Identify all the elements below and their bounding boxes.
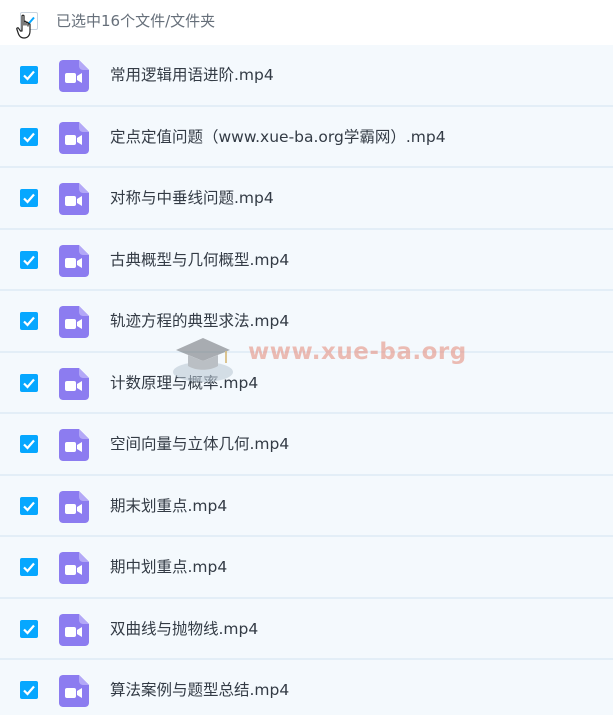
check-icon xyxy=(23,378,35,389)
watermark-text: www.xue-ba.org xyxy=(248,339,467,365)
file-row[interactable]: 古典概型与几何概型.mp4 xyxy=(0,229,613,291)
row-checkbox[interactable] xyxy=(20,312,38,330)
row-checkbox[interactable] xyxy=(20,189,38,207)
check-icon xyxy=(23,316,35,327)
file-name[interactable]: 古典概型与几何概型.mp4 xyxy=(110,250,289,270)
row-checkbox[interactable] xyxy=(20,496,38,515)
check-icon xyxy=(23,132,35,143)
check-icon xyxy=(23,255,35,266)
video-file-icon xyxy=(59,490,89,523)
hand-cursor-icon xyxy=(16,14,31,39)
check-icon xyxy=(23,439,35,450)
file-row[interactable]: 对称与中垂线问题.mp4 xyxy=(0,168,613,230)
file-name[interactable]: 定点定值问题（www.xue-ba.org学霸网）.mp4 xyxy=(110,127,446,147)
video-file-icon xyxy=(59,367,89,400)
file-row[interactable]: 期中划重点.mp4 xyxy=(0,537,613,599)
video-file-icon xyxy=(59,121,89,154)
check-icon xyxy=(23,562,35,573)
row-checkbox[interactable] xyxy=(20,558,38,576)
row-checkbox[interactable] xyxy=(20,250,38,269)
row-checkbox[interactable] xyxy=(20,681,38,699)
row-checkbox[interactable] xyxy=(20,619,38,638)
row-checkbox[interactable] xyxy=(20,66,38,84)
row-checkbox[interactable] xyxy=(20,435,38,453)
check-icon xyxy=(23,624,35,635)
file-row[interactable]: 定点定值问题（www.xue-ba.org学霸网）.mp4 xyxy=(0,106,613,168)
video-file-icon xyxy=(59,183,89,215)
video-file-icon xyxy=(59,429,89,461)
file-name[interactable]: 期中划重点.mp4 xyxy=(110,557,227,577)
file-name[interactable]: 双曲线与抛物线.mp4 xyxy=(110,619,258,639)
watermark: www.xue-ba.org xyxy=(168,322,466,392)
video-file-icon xyxy=(59,552,89,584)
video-file-icon xyxy=(59,244,89,277)
check-icon xyxy=(23,685,35,696)
file-name[interactable]: 常用逻辑用语进阶.mp4 xyxy=(110,65,274,85)
check-icon xyxy=(23,501,35,512)
video-file-icon xyxy=(59,306,89,338)
file-list-page: 已选中16个文件/文件夹 常用逻辑用语进阶.mp4 定点定值问题（www.xue-… xyxy=(0,0,613,715)
file-row[interactable]: 常用逻辑用语进阶.mp4 xyxy=(0,45,613,107)
row-checkbox[interactable] xyxy=(20,127,38,146)
check-icon xyxy=(23,70,35,81)
file-row[interactable]: 空间向量与立体几何.mp4 xyxy=(0,414,613,476)
file-row[interactable]: 双曲线与抛物线.mp4 xyxy=(0,598,613,660)
file-name[interactable]: 算法案例与题型总结.mp4 xyxy=(110,680,289,700)
selection-count-label: 已选中16个文件/文件夹 xyxy=(56,12,216,30)
video-file-icon xyxy=(59,675,89,707)
row-checkbox[interactable] xyxy=(20,373,38,392)
check-icon xyxy=(23,193,35,204)
video-file-icon xyxy=(59,613,89,646)
file-name[interactable]: 对称与中垂线问题.mp4 xyxy=(110,188,274,208)
video-file-icon xyxy=(59,60,89,92)
graduation-cap-logo xyxy=(173,338,233,382)
file-row[interactable]: 算法案例与题型总结.mp4 xyxy=(0,660,613,715)
file-name[interactable]: 空间向量与立体几何.mp4 xyxy=(110,434,289,454)
file-row[interactable]: 期末划重点.mp4 xyxy=(0,475,613,537)
file-name[interactable]: 期末划重点.mp4 xyxy=(110,496,227,516)
selection-header: 已选中16个文件/文件夹 xyxy=(0,0,613,45)
